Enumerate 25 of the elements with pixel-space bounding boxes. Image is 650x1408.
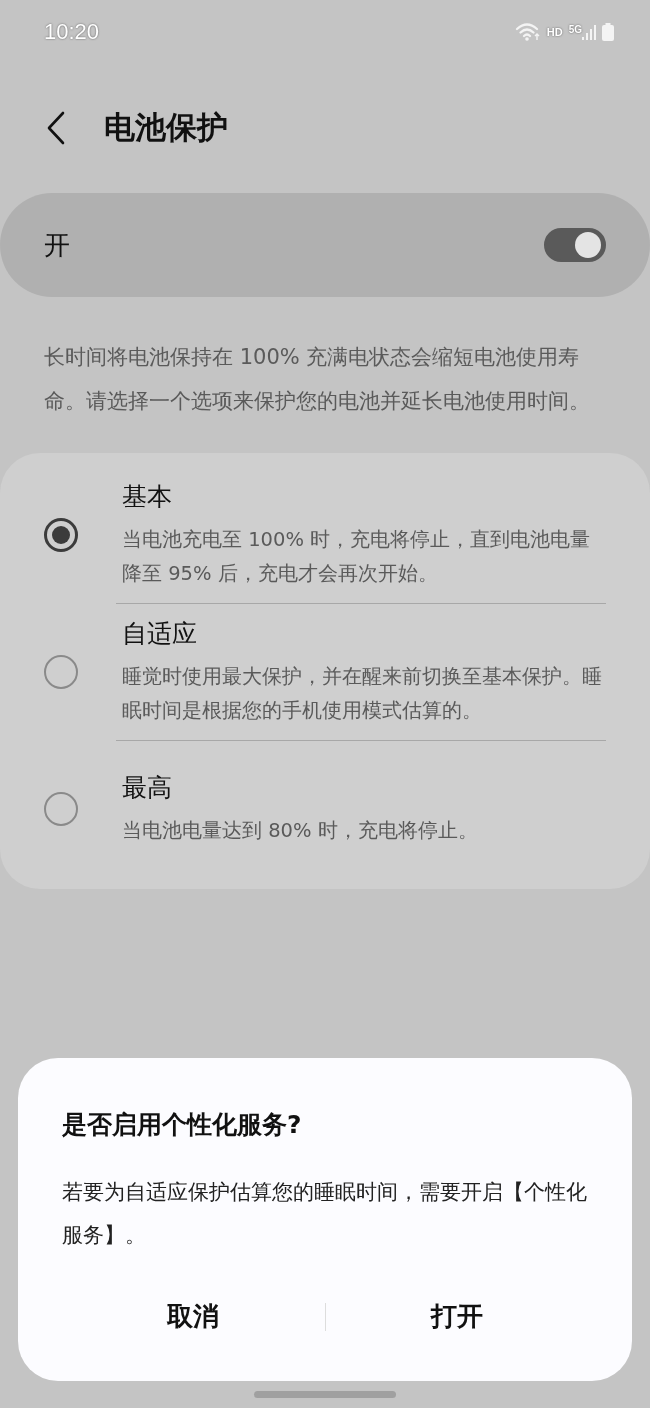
radio-button[interactable] [44,655,78,689]
option-title[interactable]: 最高 [122,770,478,804]
description-text: 长时间将电池保持在 100% 充满电状态会缩短电池使用寿命。请选择一个选项来保护您的电池并延长电池使用时间。 [44,344,591,415]
radio-button[interactable] [44,518,78,552]
master-switch-row[interactable]: 开 [0,193,650,297]
status-time: 10:20 [44,19,100,45]
option-description: 当电池充电至 100% 时，充电将停止，直到电池电量降至 95% 后，充电才会再次开始。 [122,526,592,587]
wifi-icon [514,22,541,42]
radio-button[interactable] [44,792,78,826]
toggle-switch[interactable] [544,228,606,262]
dialog-title: 是否启用个性化服务? [62,1109,303,1141]
back-icon[interactable] [46,111,66,145]
signal-icon [582,24,596,40]
network-label: HD [546,26,563,38]
option-description: 当电池电量达到 80% 时，充电将停止。 [122,817,478,844]
dialog-button[interactable]: 取消 [62,1281,325,1352]
page-title: 电池保护 [104,108,228,147]
signal-label: 5G [568,24,582,35]
option-title[interactable]: 自适应 [122,616,606,650]
option-title[interactable]: 基本 [122,479,606,513]
dialog-message: 若要为自适应保护估算您的睡眠时间，需要开启【个性化服务】。 [62,1179,588,1249]
dialog-button[interactable]: 打开 [325,1281,588,1352]
battery-icon [602,23,614,41]
option-description: 睡觉时使用最大保护，并在醒来前切换至基本保护。睡眠时间是根据您的手机使用模式估算的。 [122,663,603,724]
switch-label: 开 [44,228,70,262]
